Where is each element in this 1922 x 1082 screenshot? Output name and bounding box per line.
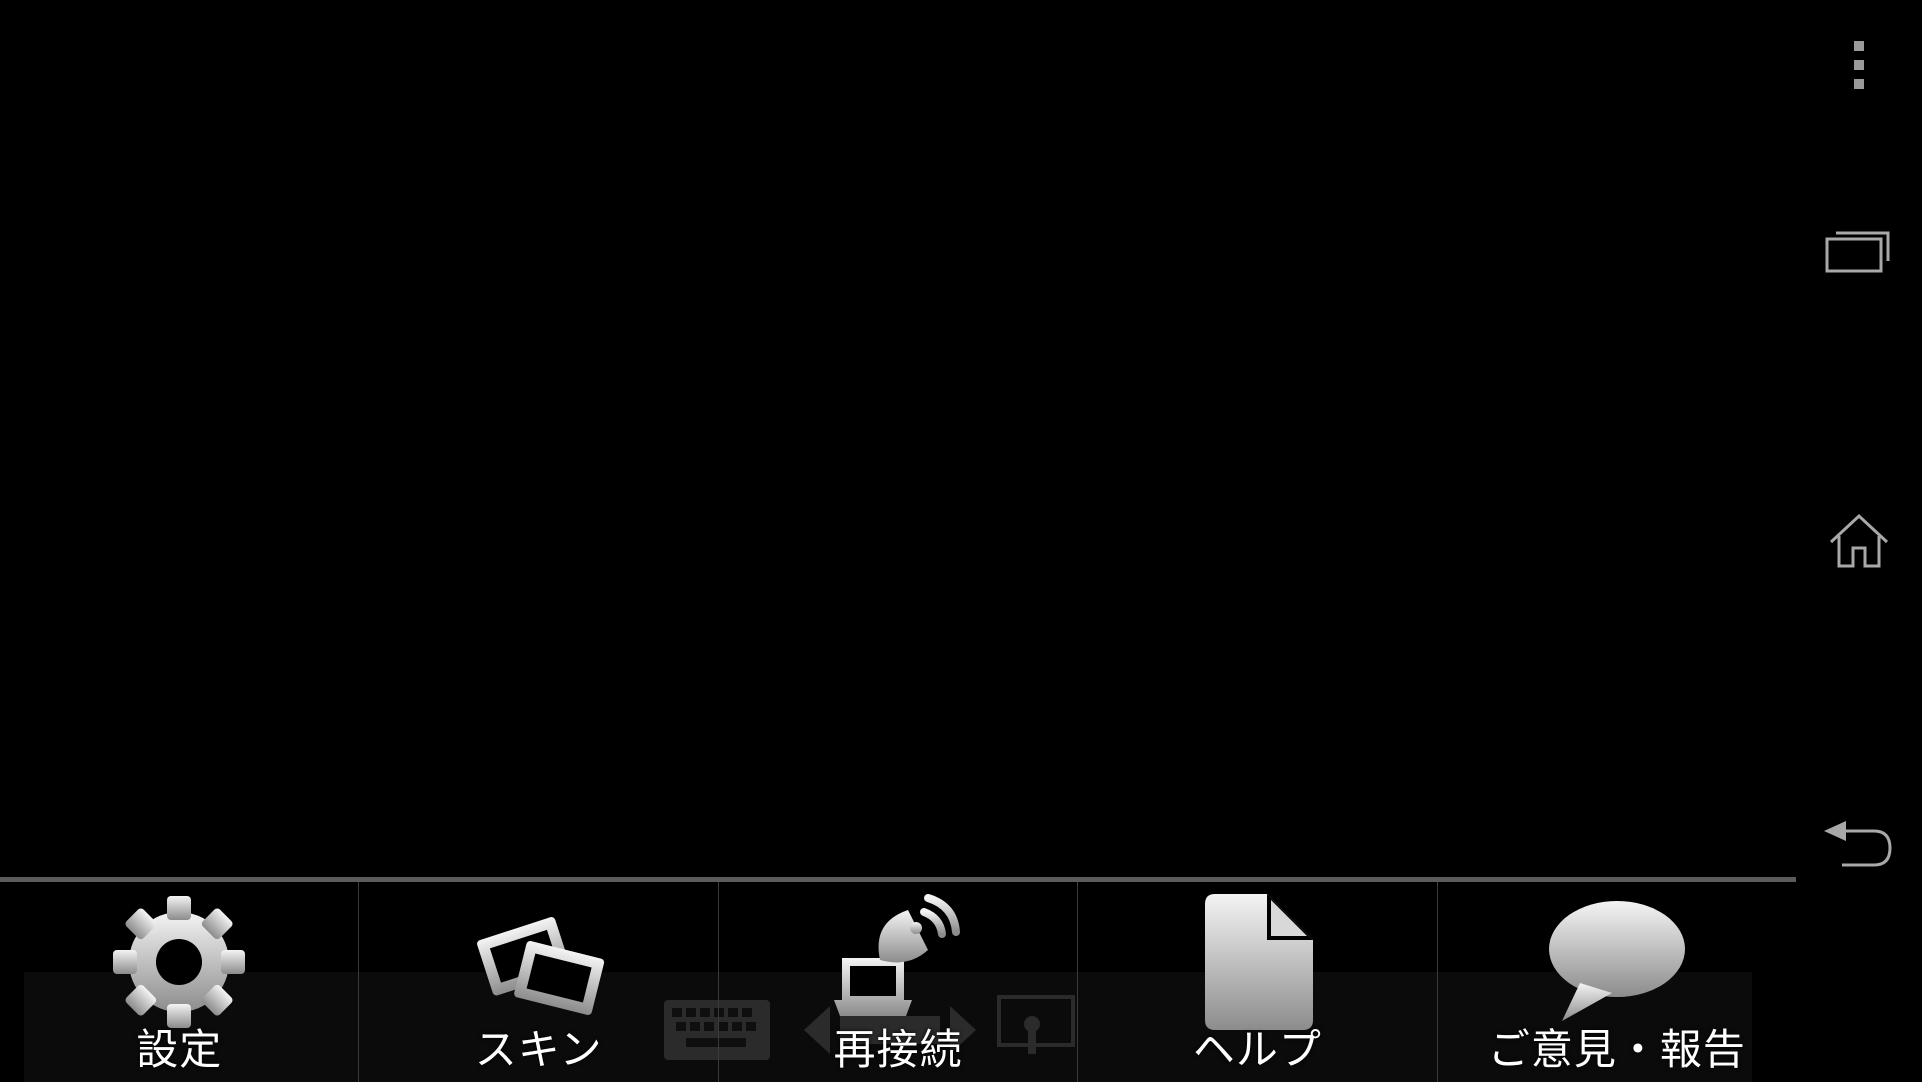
menu-item-label: ヘルプ: [1192, 1025, 1322, 1074]
menu-item-skin[interactable]: スキン: [359, 882, 719, 1082]
document-icon: [1197, 894, 1317, 1030]
menu-item-label: 設定: [136, 1025, 223, 1074]
system-nav-bar: [1796, 0, 1922, 1082]
overflow-menu-button[interactable]: [1796, 30, 1922, 100]
remote-screen-area[interactable]: [0, 0, 1796, 877]
options-menu: 設定 スキン 再接続 ヘルプ ご意見・報告: [0, 877, 1796, 1082]
menu-item-settings[interactable]: 設定: [0, 882, 360, 1082]
app-screen: 設定 スキン 再接続 ヘルプ ご意見・報告: [0, 0, 1922, 1082]
speech-bubble-icon: [1542, 894, 1692, 1030]
recent-apps-button[interactable]: [1796, 215, 1922, 285]
gear-icon: [109, 894, 249, 1030]
back-button[interactable]: [1796, 810, 1922, 880]
menu-item-label: ご意見・報告: [1487, 1025, 1746, 1074]
back-icon: [1824, 821, 1892, 867]
overflow-menu-icon: [1854, 41, 1864, 89]
menu-item-reconnect[interactable]: 再接続: [719, 882, 1079, 1082]
recent-apps-icon: [1825, 231, 1890, 273]
menu-item-feedback[interactable]: ご意見・報告: [1438, 882, 1796, 1082]
menu-item-label: スキン: [474, 1025, 603, 1074]
skin-cards-icon: [469, 894, 609, 1030]
home-icon: [1829, 513, 1889, 568]
menu-item-help[interactable]: ヘルプ: [1078, 882, 1438, 1082]
home-button[interactable]: [1796, 505, 1922, 575]
satellite-dish-laptop-icon: [828, 894, 968, 1030]
menu-item-label: 再接続: [833, 1025, 963, 1074]
